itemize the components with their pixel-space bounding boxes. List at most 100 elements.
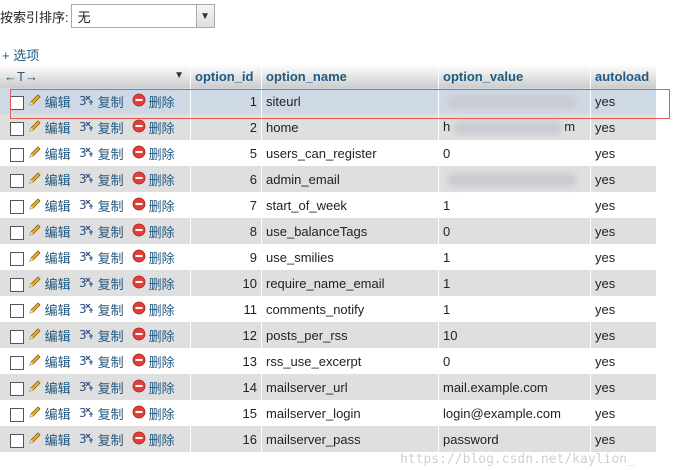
- option-name-cell[interactable]: posts_per_rss: [261, 322, 439, 348]
- row-checkbox[interactable]: [10, 356, 24, 371]
- option-id-cell[interactable]: 8: [190, 218, 262, 244]
- option-value-cell[interactable]: password: [438, 426, 591, 452]
- option-name-cell[interactable]: users_can_register: [261, 140, 439, 166]
- delete-button[interactable]: 删除: [132, 92, 175, 111]
- option-name-cell[interactable]: home: [261, 114, 439, 140]
- row-checkbox[interactable]: [10, 382, 24, 397]
- row-checkbox[interactable]: [10, 252, 24, 267]
- column-autoload[interactable]: autoload: [590, 64, 657, 88]
- copy-button[interactable]: 3 复制: [79, 222, 124, 241]
- option-value-cell[interactable]: login@example.com: [438, 400, 591, 426]
- edit-button[interactable]: 编辑: [28, 118, 71, 137]
- autoload-cell[interactable]: yes: [590, 244, 657, 270]
- autoload-cell[interactable]: yes: [590, 348, 657, 374]
- copy-button[interactable]: 3 复制: [79, 430, 124, 449]
- option-id-cell[interactable]: 1: [190, 88, 262, 114]
- option-name-cell[interactable]: comments_notify: [261, 296, 439, 322]
- delete-button[interactable]: 删除: [132, 222, 175, 241]
- option-id-cell[interactable]: 16: [190, 426, 262, 452]
- option-name-cell[interactable]: use_balanceTags: [261, 218, 439, 244]
- column-option-value[interactable]: option_value: [438, 64, 591, 88]
- table-row[interactable]: 编辑 3 复制 删除 16 mailserver_pass password yes: [0, 426, 657, 452]
- table-row[interactable]: 编辑 3 复制 删除 10 require_name_email 1 yes: [0, 270, 657, 296]
- sort-triangle-icon[interactable]: ▼: [174, 70, 184, 81]
- edit-button[interactable]: 编辑: [28, 378, 71, 397]
- edit-button[interactable]: 编辑: [28, 274, 71, 293]
- copy-button[interactable]: 3 复制: [79, 248, 124, 267]
- autoload-cell[interactable]: yes: [590, 166, 657, 192]
- table-row[interactable]: 编辑 3 复制 删除 6 admin_email yes: [0, 166, 657, 192]
- option-name-cell[interactable]: use_smilies: [261, 244, 439, 270]
- row-checkbox[interactable]: [10, 174, 24, 189]
- delete-button[interactable]: 删除: [132, 430, 175, 449]
- table-row[interactable]: 编辑 3 复制 删除 1 siteurl yes: [0, 88, 657, 114]
- delete-button[interactable]: 删除: [132, 326, 175, 345]
- option-id-cell[interactable]: 7: [190, 192, 262, 218]
- delete-button[interactable]: 删除: [132, 300, 175, 319]
- row-checkbox[interactable]: [10, 226, 24, 241]
- edit-button[interactable]: 编辑: [28, 352, 71, 371]
- delete-button[interactable]: 删除: [132, 196, 175, 215]
- option-id-cell[interactable]: 13: [190, 348, 262, 374]
- edit-button[interactable]: 编辑: [28, 144, 71, 163]
- option-value-cell[interactable]: 10: [438, 322, 591, 348]
- option-id-cell[interactable]: 11: [190, 296, 262, 322]
- edit-button[interactable]: 编辑: [28, 404, 71, 423]
- option-name-cell[interactable]: mailserver_login: [261, 400, 439, 426]
- row-checkbox[interactable]: [10, 96, 24, 111]
- option-name-cell[interactable]: require_name_email: [261, 270, 439, 296]
- copy-button[interactable]: 3 复制: [79, 144, 124, 163]
- copy-button[interactable]: 3 复制: [79, 118, 124, 137]
- table-row[interactable]: 编辑 3 复制 删除 12 posts_per_rss 10 yes: [0, 322, 657, 348]
- autoload-cell[interactable]: yes: [590, 140, 657, 166]
- table-row[interactable]: 编辑 3 复制 删除 2 home h m yes: [0, 114, 657, 140]
- edit-button[interactable]: 编辑: [28, 430, 71, 449]
- option-name-cell[interactable]: rss_use_excerpt: [261, 348, 439, 374]
- option-id-cell[interactable]: 5: [190, 140, 262, 166]
- copy-button[interactable]: 3 复制: [79, 378, 124, 397]
- copy-button[interactable]: 3 复制: [79, 404, 124, 423]
- autoload-cell[interactable]: yes: [590, 88, 657, 114]
- option-name-cell[interactable]: start_of_week: [261, 192, 439, 218]
- option-name-cell[interactable]: admin_email: [261, 166, 439, 192]
- option-value-cell[interactable]: hm: [438, 114, 591, 140]
- option-name-cell[interactable]: siteurl: [261, 88, 439, 114]
- option-value-cell[interactable]: 1: [438, 270, 591, 296]
- edit-button[interactable]: 编辑: [28, 248, 71, 267]
- edit-button[interactable]: 编辑: [28, 196, 71, 215]
- autoload-cell[interactable]: yes: [590, 218, 657, 244]
- option-id-cell[interactable]: 9: [190, 244, 262, 270]
- column-option-name[interactable]: option_name: [261, 64, 439, 88]
- row-checkbox[interactable]: [10, 200, 24, 215]
- row-checkbox[interactable]: [10, 278, 24, 293]
- option-value-cell[interactable]: [438, 88, 591, 114]
- option-value-cell[interactable]: 0: [438, 140, 591, 166]
- copy-button[interactable]: 3 复制: [79, 326, 124, 345]
- copy-button[interactable]: 3 复制: [79, 352, 124, 371]
- table-row[interactable]: 编辑 3 复制 删除 9 use_smilies 1 yes: [0, 244, 657, 270]
- option-value-cell[interactable]: 0: [438, 218, 591, 244]
- row-checkbox[interactable]: [10, 304, 24, 319]
- copy-button[interactable]: 3 复制: [79, 274, 124, 293]
- option-value-cell[interactable]: 1: [438, 296, 591, 322]
- table-row[interactable]: 编辑 3 复制 删除 14 mailserver_url mail.example.com y…: [0, 374, 657, 400]
- option-id-cell[interactable]: 2: [190, 114, 262, 140]
- delete-button[interactable]: 删除: [132, 378, 175, 397]
- sort-by-index-select[interactable]: 无 ▼: [70, 4, 215, 28]
- row-checkbox[interactable]: [10, 148, 24, 163]
- delete-button[interactable]: 删除: [132, 144, 175, 163]
- copy-button[interactable]: 3 复制: [79, 92, 124, 111]
- option-id-cell[interactable]: 6: [190, 166, 262, 192]
- copy-button[interactable]: 3 复制: [79, 196, 124, 215]
- edit-button[interactable]: 编辑: [28, 326, 71, 345]
- options-link[interactable]: + 选项: [2, 45, 39, 64]
- row-checkbox[interactable]: [10, 122, 24, 137]
- row-checkbox[interactable]: [10, 408, 24, 423]
- autoload-cell[interactable]: yes: [590, 192, 657, 218]
- edit-button[interactable]: 编辑: [28, 222, 71, 241]
- option-id-cell[interactable]: 12: [190, 322, 262, 348]
- copy-button[interactable]: 3 复制: [79, 170, 124, 189]
- row-checkbox[interactable]: [10, 434, 24, 449]
- delete-button[interactable]: 删除: [132, 404, 175, 423]
- autoload-cell[interactable]: yes: [590, 426, 657, 452]
